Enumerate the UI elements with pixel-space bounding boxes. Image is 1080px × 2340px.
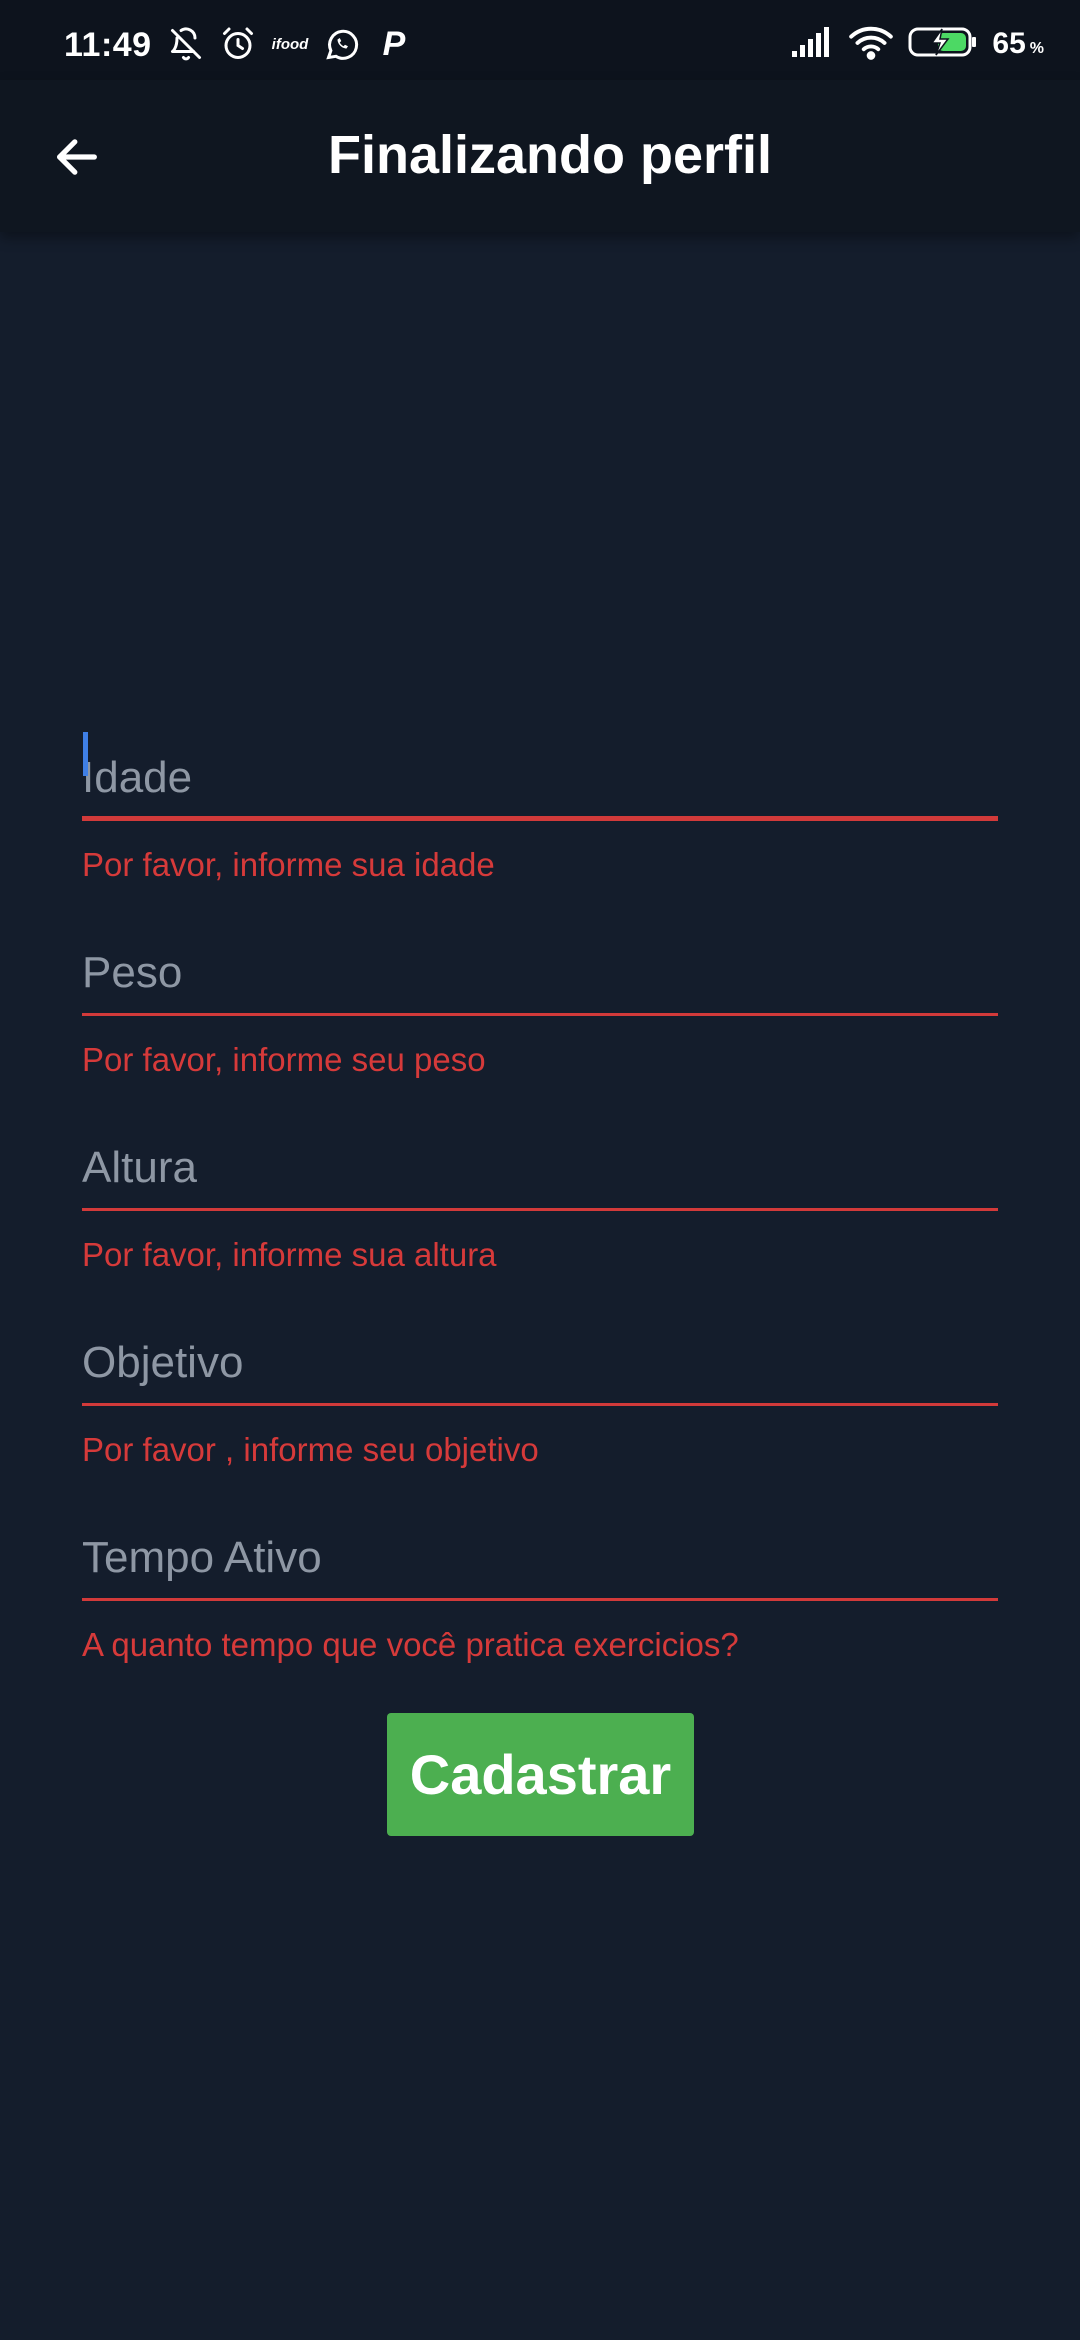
active-time-input[interactable] bbox=[82, 1480, 998, 1600]
goal-field: Por favor , informe seu objetivo bbox=[82, 1285, 998, 1480]
goal-underline bbox=[82, 1403, 998, 1406]
height-underline bbox=[82, 1208, 998, 1211]
mute-bell-icon bbox=[166, 24, 206, 64]
submit-button[interactable]: Cadastrar bbox=[387, 1713, 694, 1836]
battery-percent-unit: % bbox=[1029, 40, 1044, 57]
ifood-icon: ifood bbox=[271, 35, 309, 53]
alarm-icon bbox=[218, 24, 258, 64]
status-right: 65% bbox=[790, 24, 1044, 64]
app-bar: Finalizando perfil bbox=[0, 80, 1080, 232]
battery-charging-icon bbox=[908, 25, 978, 64]
profile-form: Por favor, informe sua idade Por favor, … bbox=[82, 700, 998, 1675]
wifi-icon bbox=[848, 24, 894, 65]
weight-input[interactable] bbox=[82, 895, 998, 1015]
notification-icons: ifood P bbox=[166, 24, 414, 64]
age-input[interactable] bbox=[82, 700, 998, 820]
active-time-underline bbox=[82, 1598, 998, 1601]
height-input[interactable] bbox=[82, 1090, 998, 1210]
weight-underline bbox=[82, 1013, 998, 1016]
goal-input[interactable] bbox=[82, 1285, 998, 1405]
status-bar: 11:49 ifood P 65 % bbox=[0, 0, 1080, 80]
age-error: Por favor, informe sua idade bbox=[82, 846, 495, 883]
p-icon: P bbox=[382, 24, 406, 63]
age-underline bbox=[82, 816, 998, 821]
active-time-field: A quanto tempo que você pratica exercici… bbox=[82, 1480, 998, 1675]
page-title: Finalizando perfil bbox=[327, 125, 773, 185]
whatsapp-icon bbox=[322, 24, 362, 64]
battery-percent-value: 65 bbox=[992, 27, 1026, 60]
battery-percent: 65% bbox=[992, 27, 1044, 61]
height-error: Por favor, informe sua altura bbox=[82, 1236, 497, 1273]
signal-icon bbox=[790, 25, 834, 64]
height-field: Por favor, informe sua altura bbox=[82, 1090, 998, 1285]
status-time: 11:49 bbox=[64, 26, 152, 64]
age-field: Por favor, informe sua idade bbox=[82, 700, 998, 895]
screen: 11:49 ifood P 65 % Finalizando perfil Id… bbox=[0, 0, 1080, 2340]
goal-error: Por favor , informe seu objetivo bbox=[82, 1431, 539, 1468]
active-time-error: A quanto tempo que você pratica exercici… bbox=[82, 1626, 739, 1663]
weight-field: Por favor, informe seu peso bbox=[82, 895, 998, 1090]
weight-error: Por favor, informe seu peso bbox=[82, 1041, 486, 1078]
text-cursor bbox=[83, 732, 88, 776]
